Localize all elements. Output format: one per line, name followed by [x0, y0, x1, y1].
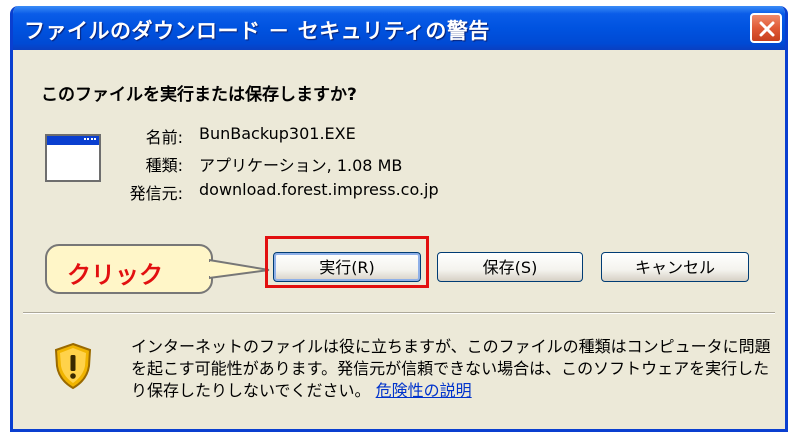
window-title: ファイルのダウンロード － セキュリティの警告: [24, 19, 490, 43]
close-button[interactable]: [750, 13, 782, 43]
callout-pointer: [209, 258, 270, 280]
file-source-value: download.forest.impress.co.jp: [199, 180, 439, 199]
risk-explanation-link[interactable]: 危険性の説明: [376, 381, 472, 400]
download-dialog: ファイルのダウンロード － セキュリティの警告 このファイルを実行または保存しま…: [10, 6, 788, 432]
file-name-value: BunBackup301.EXE: [199, 124, 356, 143]
click-callout: クリック: [45, 244, 213, 294]
file-source-label: 発信元:: [129, 184, 183, 203]
cancel-button[interactable]: キャンセル: [601, 252, 749, 282]
security-shield-icon: [54, 342, 92, 390]
separator: [23, 312, 775, 314]
file-type-label: 種類:: [145, 156, 183, 175]
file-type-value: アプリケーション, 1.08 MB: [199, 156, 403, 175]
callout-text: クリック: [67, 261, 163, 289]
security-warning-text: インターネットのファイルは役に立ちますが、このファイルの種類はコンピュータに問題…: [131, 336, 771, 402]
run-button[interactable]: 実行(R): [273, 252, 421, 282]
question-text: このファイルを実行または保存しますか?: [41, 85, 357, 105]
save-button[interactable]: 保存(S): [437, 252, 583, 282]
file-name-label: 名前:: [145, 128, 183, 147]
close-icon: [759, 21, 775, 37]
title-bar[interactable]: ファイルのダウンロード － セキュリティの警告: [13, 6, 785, 50]
